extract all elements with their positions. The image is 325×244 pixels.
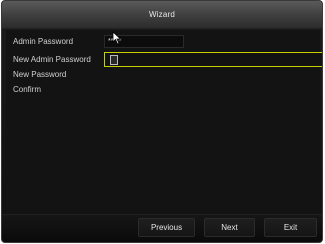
new-admin-password-field[interactable]: [104, 52, 322, 67]
new-admin-password-label: New Admin Password: [13, 55, 91, 64]
confirm-label: Confirm: [13, 85, 42, 94]
new-password-row: New Password: [6, 67, 101, 82]
wizard-content: Admin Password ***** New Admin Password …: [6, 30, 322, 215]
confirm-row: Confirm: [6, 82, 101, 97]
new-admin-password-row: New Admin Password: [6, 52, 322, 67]
wizard-footer: Previous Next Exit: [2, 214, 322, 242]
admin-password-label: Admin Password: [13, 37, 74, 46]
new-password-label: New Password: [13, 70, 67, 79]
wizard-window: Wizard Admin Password ***** New Admin Pa…: [1, 0, 323, 243]
next-button[interactable]: Next: [204, 218, 255, 237]
title-bar: Wizard: [2, 1, 322, 29]
exit-button[interactable]: Exit: [264, 218, 317, 237]
previous-button[interactable]: Previous: [138, 218, 195, 237]
checkbox-icon[interactable]: [110, 55, 118, 65]
admin-password-row: Admin Password *****: [6, 34, 184, 49]
window-title: Wizard: [148, 10, 176, 19]
